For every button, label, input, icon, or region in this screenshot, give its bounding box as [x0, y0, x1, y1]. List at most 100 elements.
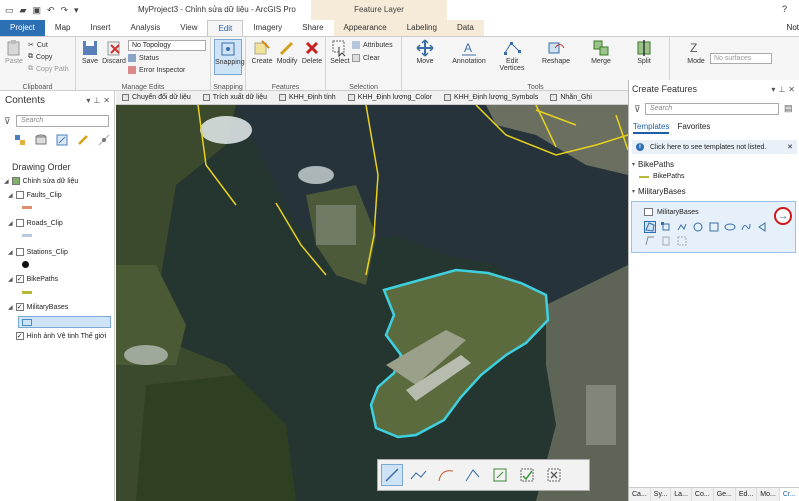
map-tab[interactable]: KHH_Định tính	[273, 91, 342, 104]
template-militarybases-selected[interactable]: MilitaryBases	[631, 201, 796, 253]
layer-faults-clip[interactable]: ◢ Faults_Clip	[8, 191, 62, 199]
layer-visibility-checkbox[interactable]	[15, 219, 24, 227]
arc-tool-button[interactable]	[435, 464, 457, 486]
pane-close-icon[interactable]: ✕	[103, 96, 110, 105]
copy-path-button[interactable]: ⧉ Copy Path	[28, 65, 69, 73]
freehand-tool[interactable]	[676, 221, 688, 233]
list-by-editing-icon[interactable]	[77, 134, 89, 146]
tab-project[interactable]: Project	[0, 20, 45, 36]
collapse-icon[interactable]: ▾	[632, 161, 635, 168]
filter-icon[interactable]: ⊽	[4, 116, 11, 127]
tab-templates[interactable]: Templates	[633, 122, 670, 134]
sign-in-button[interactable]: Not	[787, 23, 799, 32]
polygon-tool[interactable]	[644, 221, 656, 233]
list-by-selection-icon[interactable]	[56, 134, 68, 146]
circle-tool[interactable]	[692, 221, 704, 233]
map-tab[interactable]: KHH_Định lượng_Color	[342, 91, 438, 104]
bottom-tab[interactable]: Mo...	[757, 488, 780, 501]
cut-button[interactable]: ✂ Cut	[28, 41, 48, 50]
pane-options-icon[interactable]: ▾	[86, 96, 90, 105]
map-tab[interactable]: KHH_Định lượng_Symbols	[438, 91, 544, 104]
bottom-tab[interactable]: La...	[671, 488, 692, 501]
elevation-mode-button[interactable]: Z Mode	[682, 39, 710, 65]
layer-bikepaths[interactable]: ◢ ✓ BikePaths	[8, 275, 58, 283]
merge-button[interactable]: Merge	[586, 39, 616, 65]
collapse-icon[interactable]: ◢	[4, 178, 9, 185]
line-tool-button[interactable]	[381, 464, 403, 486]
bottom-tab[interactable]: Ge...	[714, 488, 736, 501]
select-button[interactable]: Select	[326, 39, 354, 65]
autocomplete-polygon-tool[interactable]	[756, 221, 768, 233]
paste-button[interactable]: Paste	[0, 39, 28, 65]
militarybases-symbol-row[interactable]	[18, 316, 111, 328]
bottom-tab[interactable]: Ca...	[629, 488, 651, 501]
map-view[interactable]	[116, 105, 628, 501]
pane-pin-icon[interactable]: ⊥	[93, 96, 100, 105]
right-angle-tool-button[interactable]	[462, 464, 484, 486]
pane-pin-icon[interactable]: ⊥	[778, 85, 785, 94]
tab-analysis[interactable]: Analysis	[120, 20, 170, 36]
templates-search-input[interactable]: Search	[645, 103, 779, 115]
tab-view[interactable]: View	[170, 20, 207, 36]
pane-options-icon[interactable]: ▾	[771, 85, 775, 94]
open-project-icon[interactable]: ▰	[20, 5, 27, 16]
reshape-button[interactable]: Reshape	[540, 39, 572, 65]
redo-icon[interactable]: ↷	[61, 5, 69, 16]
list-by-data-source-icon[interactable]	[35, 134, 47, 146]
snapping-button[interactable]: Snapping	[214, 39, 245, 75]
delete-button[interactable]: Delete	[298, 39, 326, 65]
list-by-snapping-icon[interactable]	[98, 134, 110, 146]
layer-visibility-checkbox[interactable]	[15, 248, 24, 256]
ellipse-tool[interactable]	[724, 221, 736, 233]
active-template-arrow-button[interactable]: →	[774, 207, 792, 225]
create-button[interactable]: Create	[248, 39, 276, 65]
contents-search-input[interactable]: Search	[16, 115, 109, 127]
grid-tool[interactable]	[676, 235, 688, 247]
map-tab[interactable]: Nhãn_Ghi	[544, 91, 598, 104]
finish-sketch-button[interactable]	[516, 464, 538, 486]
map-tab[interactable]: Trích xuất dữ liệu	[197, 91, 273, 104]
tab-favorites[interactable]: Favorites	[677, 122, 710, 134]
error-inspector-button[interactable]: Error Inspector	[128, 66, 185, 74]
undo-icon[interactable]: ↶	[47, 5, 55, 16]
help-button[interactable]: ?	[782, 4, 787, 14]
bottom-tab[interactable]: Ed...	[736, 488, 758, 501]
layer-roads-clip[interactable]: ◢ Roads_Clip	[8, 219, 63, 227]
layer-stations-clip[interactable]: ◢ Stations_Clip	[8, 248, 68, 256]
tab-map[interactable]: Map	[45, 20, 81, 36]
square-tool[interactable]	[708, 221, 720, 233]
trace-polygon-tool[interactable]	[740, 221, 752, 233]
collapse-icon[interactable]: ▾	[632, 188, 635, 195]
split-polygon-tool[interactable]	[644, 235, 656, 247]
tab-labeling[interactable]: Labeling	[396, 20, 447, 36]
tab-edit[interactable]: Edit	[207, 20, 244, 36]
layer-visibility-checkbox[interactable]: ✓	[15, 332, 24, 340]
edit-vertices-button[interactable]: Edit Vertices	[496, 39, 528, 72]
template-group-militarybases[interactable]: ▾ MilitaryBases	[632, 187, 686, 196]
tab-imagery[interactable]: Imagery	[243, 20, 292, 36]
bottom-tab[interactable]: Cr...	[779, 488, 799, 501]
copy-template-tool[interactable]	[660, 235, 672, 247]
layer-visibility-checkbox[interactable]: ✓	[15, 275, 24, 283]
clear-sketch-button[interactable]	[543, 464, 565, 486]
tab-share[interactable]: Share	[292, 20, 333, 36]
status-button[interactable]: Status	[128, 54, 159, 62]
close-info-icon[interactable]: ✕	[787, 143, 793, 151]
bottom-tab[interactable]: Sy...	[651, 488, 672, 501]
save-project-icon[interactable]: ▣	[32, 5, 41, 16]
map-tab[interactable]: Chuyển đổi dữ liệu	[116, 91, 197, 104]
bottom-tab[interactable]: Co...	[692, 488, 714, 501]
map-node[interactable]: ◢ Chỉnh sửa dữ liệu	[4, 177, 78, 185]
layer-visibility-checkbox[interactable]: ✓	[15, 303, 24, 311]
tab-insert[interactable]: Insert	[80, 20, 120, 36]
manage-templates-icon[interactable]: ▤	[784, 103, 793, 114]
list-by-drawing-order-icon[interactable]	[14, 134, 26, 146]
modify-button[interactable]: Modify	[273, 39, 301, 65]
rectangle-tool[interactable]	[660, 221, 672, 233]
tab-appearance[interactable]: Appearance	[333, 20, 397, 36]
copy-button[interactable]: ⧉ Copy	[28, 53, 52, 61]
new-project-icon[interactable]: ▭	[5, 5, 14, 16]
annotation-button[interactable]: A Annotation	[450, 39, 488, 65]
templates-info-bar[interactable]: i Click here to see templates not listed…	[632, 140, 797, 154]
layer-militarybases[interactable]: ◢ ✓ MilitaryBases	[8, 303, 68, 311]
